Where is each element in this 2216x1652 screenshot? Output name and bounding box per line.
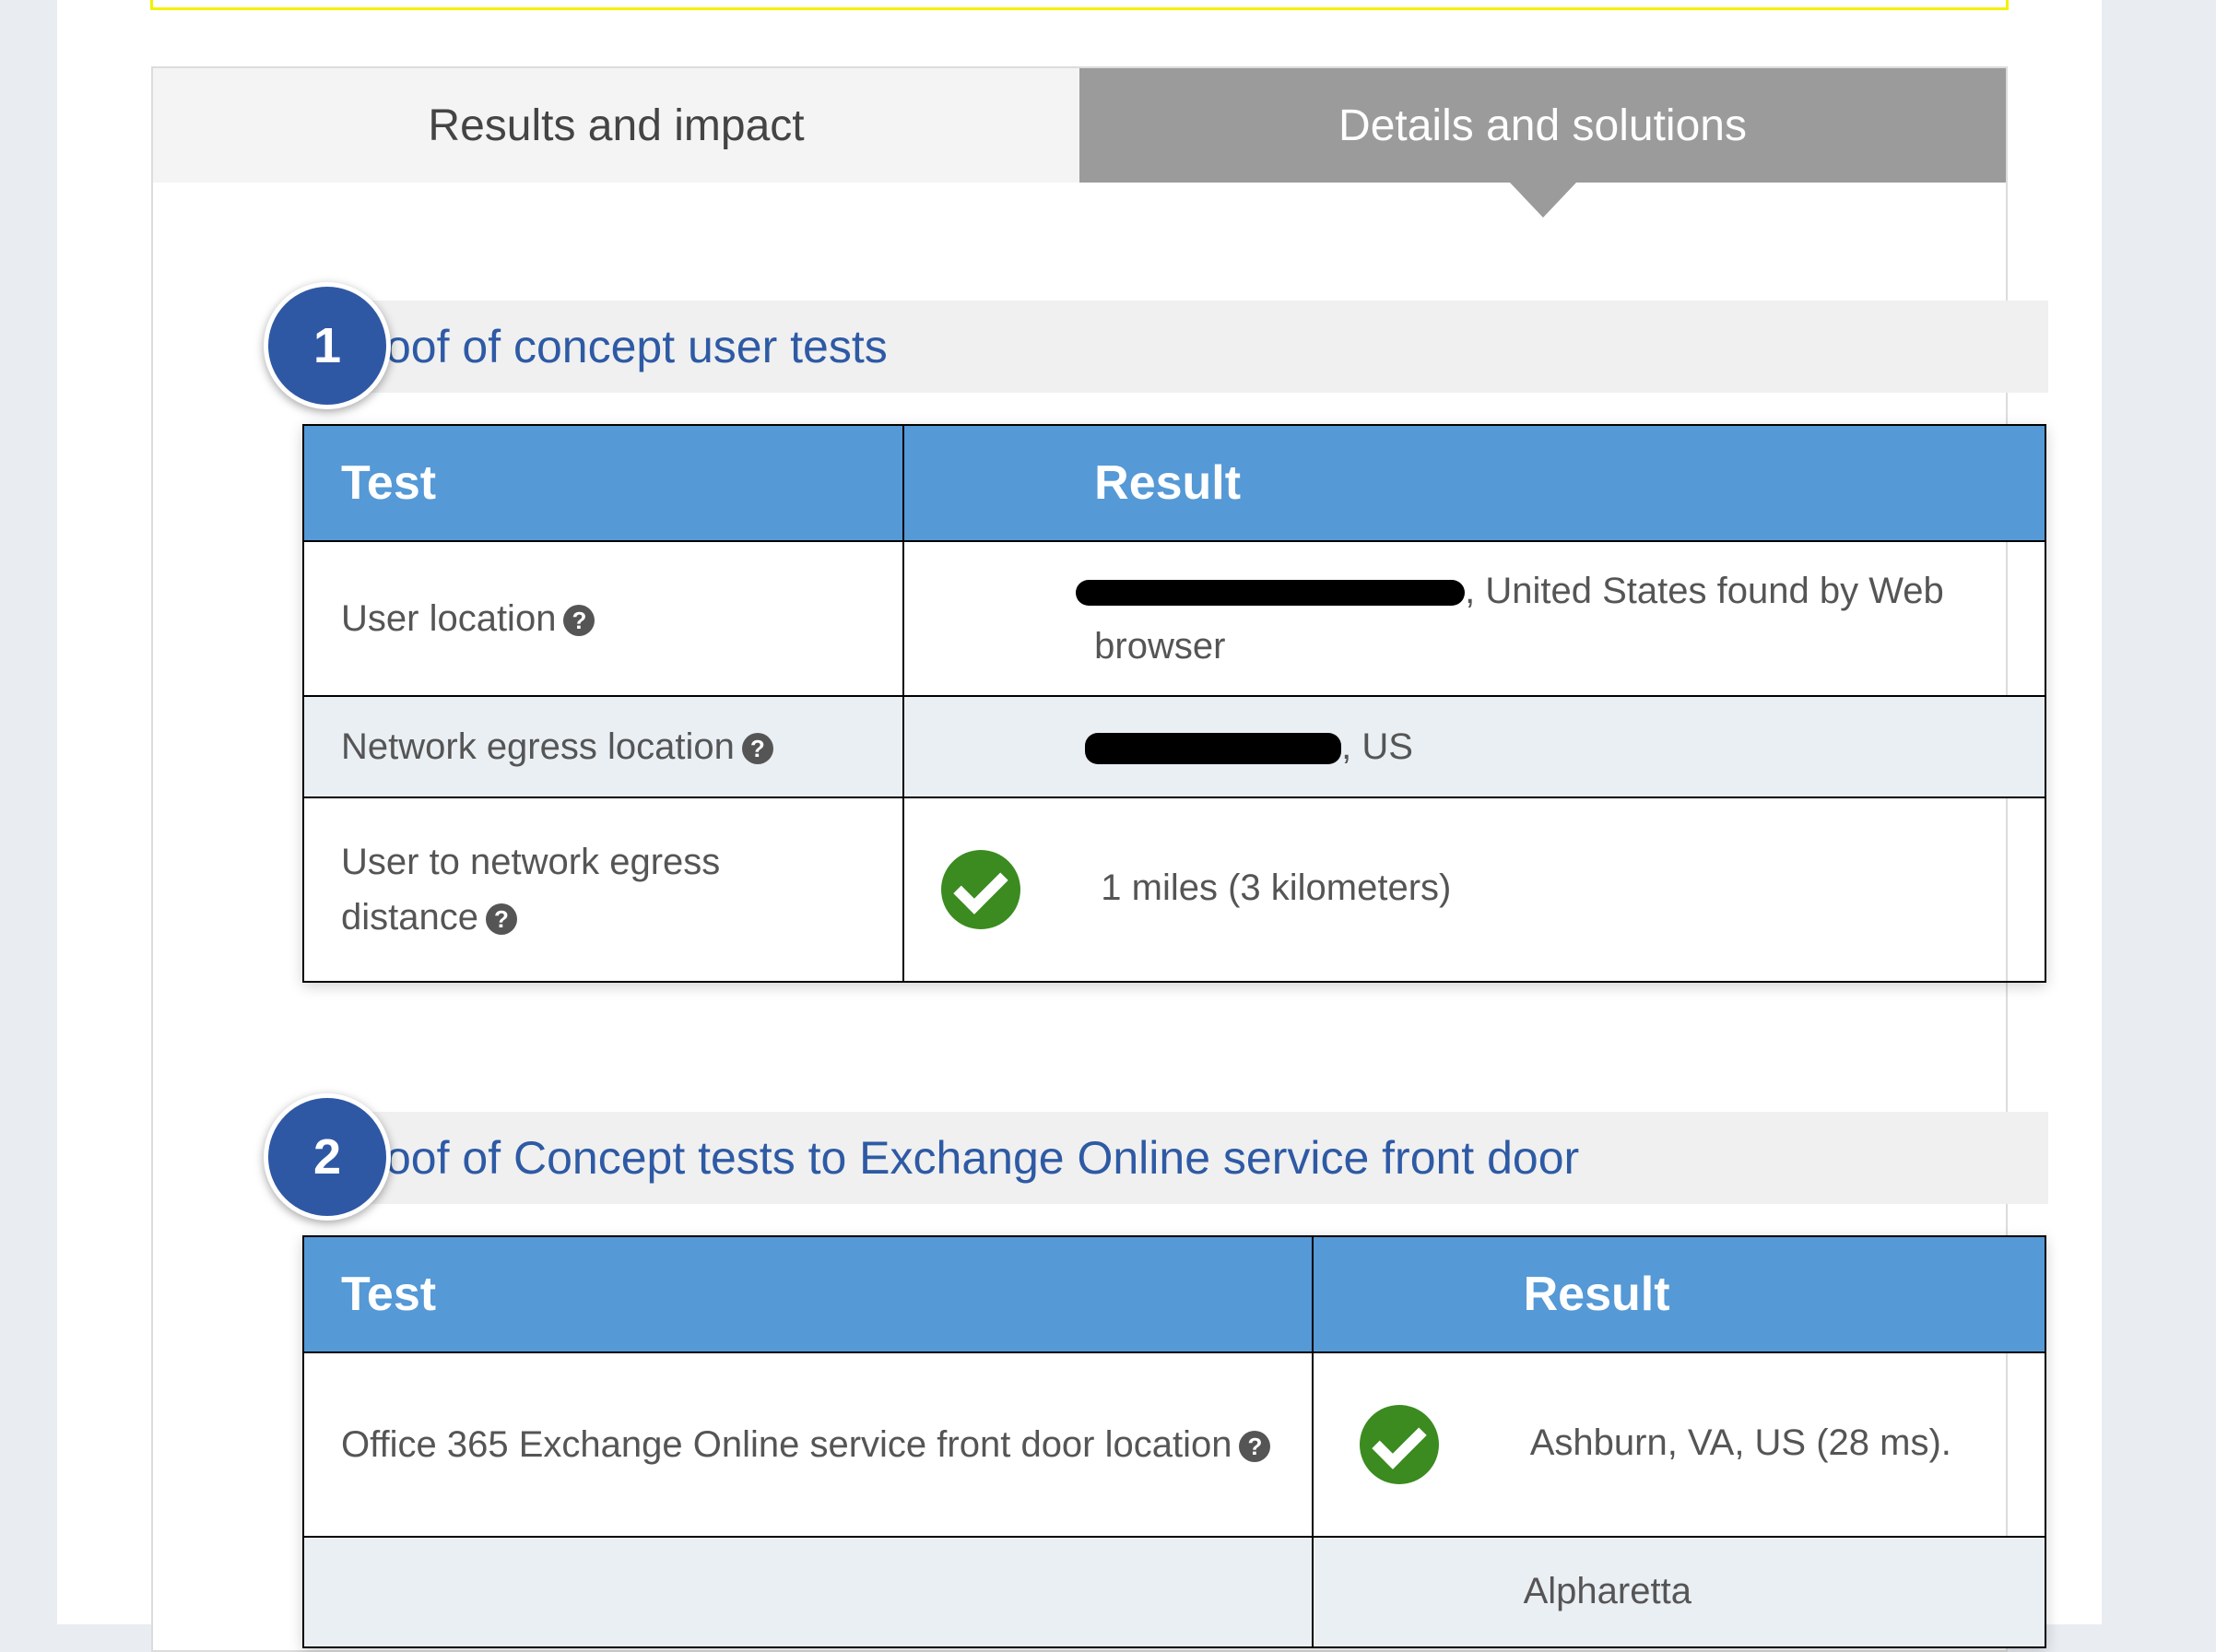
table-header-row: Test Result	[301, 424, 2046, 542]
result-cell: , US	[902, 695, 2046, 798]
tab-results-and-impact[interactable]: Results and impact	[153, 68, 1079, 183]
result-text: , US	[1341, 726, 1413, 767]
result-cell: 1 miles (3 kilometers)	[902, 796, 2046, 983]
result-column-header: Result	[1311, 1235, 2047, 1353]
tab-results-label: Results and impact	[428, 100, 805, 150]
section-1-table: Test Result User location? , United Stat…	[301, 424, 2046, 983]
highlight-box	[150, 0, 2009, 10]
section-2-number-badge: 2	[264, 1093, 391, 1221]
result-text: Ashburn, VA, US (28 ms).	[1529, 1422, 1951, 1463]
test-column-header: Test	[302, 1235, 1314, 1353]
result-text: Alpharetta	[1523, 1571, 1691, 1611]
help-icon[interactable]: ?	[485, 903, 517, 936]
test-label: Office 365 Exchange Online service front…	[341, 1424, 1232, 1465]
result-cell: Alpharetta	[1311, 1536, 2047, 1648]
table-row: Alpharetta	[302, 1536, 2047, 1648]
check-circle-icon	[941, 850, 1021, 929]
result-text: , United States found by Web	[1465, 571, 1944, 611]
test-label: User to network egress	[341, 842, 721, 882]
tab-bar: Results and impact Details and solutions	[153, 68, 2006, 218]
test-cell: User to network egress distance?	[301, 796, 905, 983]
help-icon[interactable]: ?	[563, 605, 595, 637]
result-cell: Ashburn, VA, US (28 ms).	[1311, 1351, 2047, 1538]
test-cell: Network egress location?	[301, 695, 905, 798]
help-icon[interactable]: ?	[1239, 1431, 1271, 1463]
test-column-header: Test	[301, 424, 905, 542]
result-text: 1 miles (3 kilometers)	[1101, 867, 1452, 908]
table-row: User location? , United States found by …	[301, 540, 2046, 697]
section-1-number-badge: 1	[264, 282, 391, 409]
test-label: User location	[341, 598, 557, 639]
test-cell	[302, 1536, 1314, 1648]
result-column-header: Result	[902, 424, 2046, 542]
test-cell: Office 365 Exchange Online service front…	[302, 1351, 1314, 1538]
active-tab-arrow-icon	[1510, 183, 1576, 218]
result-text-line2: browser	[1094, 626, 1226, 667]
test-label: Network egress location	[341, 726, 735, 767]
redaction-mark	[1076, 580, 1466, 607]
table-row: Office 365 Exchange Online service front…	[302, 1351, 2047, 1538]
test-label-line2: distance	[341, 897, 478, 938]
tab-details-label: Details and solutions	[1338, 100, 1747, 150]
section-1-title: Proof of concept user tests	[339, 321, 888, 372]
test-cell: User location?	[301, 540, 905, 697]
help-icon[interactable]: ?	[741, 733, 773, 765]
table-header-row: Test Result	[302, 1235, 2047, 1353]
result-cell: , United States found by Web browser	[902, 540, 2046, 697]
report-page: Results and impact Details and solutions…	[57, 0, 2102, 1652]
redaction-mark	[1085, 733, 1342, 765]
section-2-table: Test Result Office 365 Exchange Online s…	[302, 1235, 2047, 1648]
section-2-title: Proof of Concept tests to Exchange Onlin…	[339, 1132, 1580, 1184]
table-row: Network egress location? , US	[301, 695, 2046, 798]
table-row: User to network egress distance? 1 miles…	[301, 796, 2046, 983]
check-circle-icon	[1359, 1405, 1439, 1484]
tab-details-and-solutions[interactable]: Details and solutions	[1079, 68, 2006, 183]
report-card: Results and impact Details and solutions…	[151, 66, 2048, 1652]
